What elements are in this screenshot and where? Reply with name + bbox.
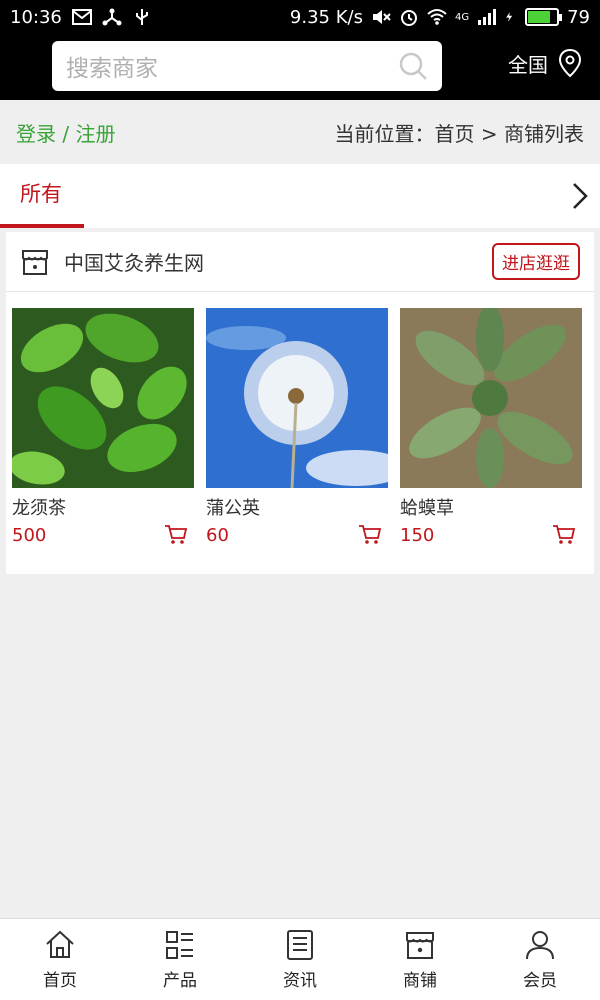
shop-card: 中国艾灸养生网 进店逛逛 龙须茶 500 蒲公英 60 蛤蟆草 150	[6, 232, 594, 574]
nav-label: 会员	[523, 971, 557, 991]
product-list: 龙须茶 500 蒲公英 60 蛤蟆草 150	[6, 292, 594, 546]
nav-label: 首页	[43, 971, 77, 991]
bottom-nav: 首页 产品 资讯 商铺 会员	[0, 918, 600, 1000]
nav-label: 资讯	[283, 971, 317, 991]
cart-icon[interactable]	[552, 524, 576, 546]
shop-icon	[406, 932, 434, 959]
nav-member[interactable]: 会员	[480, 919, 600, 1000]
charging-icon	[506, 12, 513, 22]
product-item[interactable]: 龙须茶 500	[12, 308, 194, 546]
category-tabs: 所有	[0, 164, 600, 228]
battery-level: 79	[567, 6, 590, 28]
product-item[interactable]: 蛤蟆草 150	[400, 308, 582, 546]
mute-icon	[372, 10, 391, 24]
enter-shop-button[interactable]: 进店逛逛	[492, 243, 580, 280]
cart-icon[interactable]	[358, 524, 382, 546]
search-placeholder: 搜索商家	[66, 56, 158, 82]
home-icon	[46, 930, 74, 958]
header: 搜索商家 全国	[0, 34, 600, 100]
nav-products[interactable]: 产品	[120, 919, 240, 1000]
shop-header: 中国艾灸养生网 进店逛逛	[6, 232, 594, 292]
search-input[interactable]: 搜索商家	[52, 41, 442, 91]
dandelion-photo[interactable]	[206, 308, 388, 488]
alarm-icon	[400, 10, 417, 26]
news-icon	[287, 930, 313, 960]
product-price: 500	[12, 524, 47, 546]
wifi-icon	[427, 9, 447, 25]
nav-news[interactable]: 资讯	[240, 919, 360, 1000]
tab-all[interactable]: 所有	[0, 164, 84, 228]
nav-label: 产品	[163, 971, 197, 991]
net-speed: 9.35 K/s	[289, 6, 363, 28]
shop-name: 中国艾灸养生网	[64, 251, 204, 275]
usb-icon	[135, 9, 148, 25]
breadcrumb-bar: 登录 / 注册 当前位置：首页 > 商铺列表	[0, 100, 600, 164]
product-name[interactable]: 龙须茶	[12, 494, 194, 520]
nav-home[interactable]: 首页	[0, 919, 120, 1000]
region-selector[interactable]: 全国	[508, 48, 584, 78]
chevron-right-icon	[573, 183, 588, 209]
location-pin-icon	[558, 48, 582, 78]
product-name[interactable]: 蛤蟆草	[400, 494, 582, 520]
tabs-more-button[interactable]	[560, 164, 600, 228]
shop-icon	[22, 249, 48, 275]
status-bar: 10:36 9.35 K/s 4G 79	[0, 0, 600, 34]
status-time: 10:36	[10, 6, 62, 28]
search-icon[interactable]	[398, 51, 428, 81]
battery-icon	[525, 8, 563, 26]
product-grid-icon	[166, 931, 193, 959]
region-label: 全国	[508, 52, 548, 77]
nav-label: 商铺	[403, 971, 437, 991]
network-type: 4G	[454, 11, 470, 23]
plantain-herb-photo[interactable]	[400, 308, 582, 488]
product-item[interactable]: 蒲公英 60	[206, 308, 388, 546]
nav-shops[interactable]: 商铺	[360, 919, 480, 1000]
green-leaves-photo[interactable]	[12, 308, 194, 488]
breadcrumb: 当前位置：首页 > 商铺列表	[334, 121, 584, 146]
member-icon	[526, 931, 554, 960]
message-icon	[71, 9, 92, 25]
product-name[interactable]: 蒲公英	[206, 494, 388, 520]
login-register-link[interactable]: 登录 / 注册	[16, 118, 115, 147]
product-price: 60	[206, 524, 229, 546]
product-price: 150	[400, 524, 435, 546]
share-icon	[102, 8, 122, 26]
cart-icon[interactable]	[164, 524, 188, 546]
signal-icon	[478, 9, 497, 25]
